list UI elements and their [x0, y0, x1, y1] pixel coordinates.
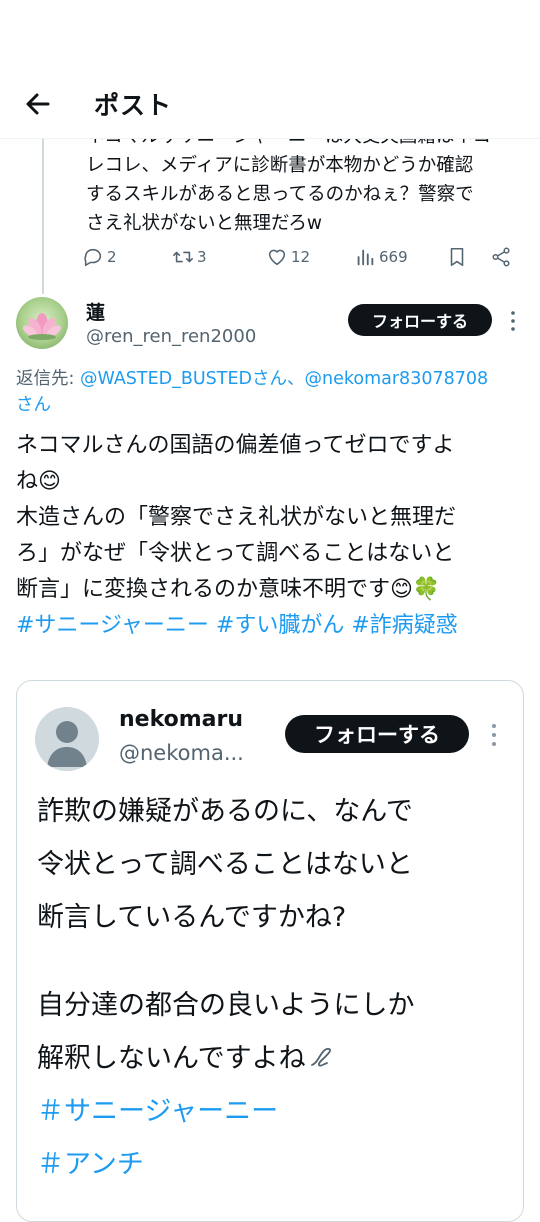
reply-count: 2 [107, 248, 117, 266]
repost-count: 3 [197, 248, 207, 266]
reply-to: 返信先: @WASTED_BUSTEDさん、@nekomar83078708 さ… [16, 366, 540, 418]
page-title: ポスト [94, 91, 173, 120]
like-count: 12 [291, 248, 311, 266]
reply-to-label: 返信先: [16, 369, 80, 389]
quoted-line: 詐欺の嫌疑があるのに、なんで [37, 796, 413, 827]
arrow-left-icon [26, 93, 50, 115]
quoted-line-text: 解釈しないんですよね [37, 1043, 306, 1074]
post-line: ネコマルさんの国語の偏差値ってゼロですよ [16, 433, 455, 458]
thread-connector-line [42, 138, 44, 294]
quoted-post[interactable]: nekomaru @nekoma... フォローする 詐欺の嫌疑があるのに、なん… [16, 680, 524, 1222]
share-icon [492, 247, 510, 267]
quoted-author-name[interactable]: nekomaru [119, 707, 243, 732]
previous-post-text: ネコマルザサニージャーニーは大丈夫国籍はネコ レコレ、メディアに診断書が本物かど… [86, 122, 534, 238]
post-line: ろ」がなぜ「令状とって調べることはないと [16, 541, 455, 566]
author-handle[interactable]: @ren_ren_ren2000 [86, 326, 256, 347]
quoted-line: 断言しているんですかね? [37, 902, 347, 933]
quoted-line: 自分達の都合の良いようにしか [37, 990, 415, 1021]
heart-icon [268, 249, 286, 266]
previous-post-line: するスキルがあると思ってるのかねぇ？警察で [86, 184, 474, 205]
post-body: ネコマルさんの国語の偏差値ってゼロですよ ね😊 木造さんの「警察でさえ礼状がない… [16, 428, 536, 644]
views-button[interactable]: 669 [354, 240, 408, 274]
repost-button[interactable]: 3 [172, 240, 207, 274]
previous-post-line: さえ礼状がないと無理だろw [86, 213, 323, 234]
reply-to-link[interactable]: @nekomar83078708 [305, 369, 489, 389]
quoted-follow-button[interactable]: フォローする [285, 715, 469, 753]
reply-to-link[interactable]: @WASTED_BUSTEDさん、 [80, 369, 305, 389]
reply-to-suffix[interactable]: さん [16, 395, 51, 415]
quoted-line: 解釈しないんですよね [37, 1032, 517, 1085]
share-button[interactable] [490, 240, 515, 274]
top-bar: ポスト [0, 0, 540, 139]
lotus-flower-icon [23, 313, 61, 340]
quoted-hashtag[interactable]: ＃アンチ [37, 1138, 517, 1191]
quoted-hashtag[interactable]: ＃サニージャーニー [37, 1085, 517, 1138]
quoted-author-handle[interactable]: @nekoma... [119, 741, 244, 765]
default-avatar-icon[interactable] [35, 707, 99, 771]
post-line: 断言」に変換されるのか意味不明です😊🍀 [16, 577, 441, 602]
like-button[interactable]: 12 [266, 240, 310, 274]
analytics-icon [357, 249, 374, 266]
post-hashtags[interactable]: #サニージャーニー #すい臓がん #詐病疑惑 [16, 608, 536, 644]
follow-button[interactable]: フォローする [348, 304, 492, 336]
quoted-line: 令状とって調べることはないと [37, 849, 413, 880]
pen-scribble-icon [310, 1047, 331, 1067]
previous-post-actions: 2 3 12 669 [82, 240, 522, 274]
more-options-icon[interactable] [508, 310, 518, 332]
back-button[interactable] [22, 88, 54, 120]
bookmark-icon [450, 247, 464, 267]
reply-button[interactable]: 2 [82, 240, 117, 274]
author-name[interactable]: 蓮 [86, 298, 105, 325]
bookmark-button[interactable] [446, 240, 471, 274]
post-line: 木造さんの「警察でさえ礼状がないと無理だ [16, 505, 457, 530]
reply-icon [84, 248, 102, 267]
post-line: ね😊 [16, 469, 61, 494]
previous-post-line: レコレ、メディアに診断書が本物かどうか確認 [86, 155, 474, 176]
repost-icon [173, 251, 193, 263]
more-options-icon[interactable] [489, 723, 499, 747]
quoted-post-body: 詐欺の嫌疑があるのに、なんで 令状とって調べることはないと 断言しているんですか… [37, 785, 517, 1191]
avatar[interactable] [16, 297, 68, 349]
view-count: 669 [379, 248, 408, 266]
